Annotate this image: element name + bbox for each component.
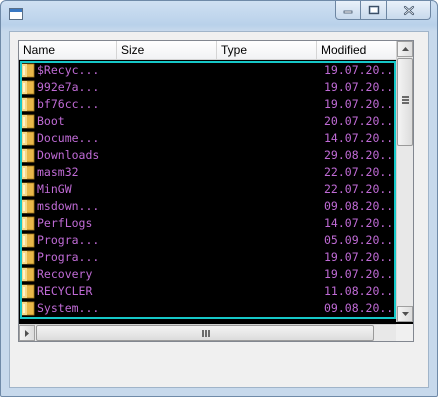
folder-icon (21, 199, 35, 214)
item-name: Boot (37, 114, 65, 128)
item-modified: 19.07.20.. (324, 80, 394, 94)
item-name: System... (37, 301, 100, 315)
item-name: Docume... (37, 131, 100, 145)
list-item[interactable]: $Recyc... 19.07.20.. (19, 62, 397, 79)
folder-icon (21, 148, 35, 163)
list-item[interactable]: System... 09.08.20.. (19, 300, 397, 317)
caption-buttons (335, 1, 431, 21)
file-list-view[interactable]: Name Size Type Modified $Recyc... 19.07.2… (18, 40, 414, 342)
list-item[interactable]: MinGW 22.07.20.. (19, 181, 397, 198)
maximize-button[interactable] (361, 1, 387, 20)
column-header-type[interactable]: Type (217, 41, 317, 59)
list-item[interactable]: Progra... 19.07.20.. (19, 249, 397, 266)
column-header-modified[interactable]: Modified (317, 41, 397, 59)
app-window: Name Size Type Modified $Recyc... 19.07.2… (0, 0, 438, 397)
list-header: Name Size Type Modified (19, 41, 397, 60)
folder-icon (21, 233, 35, 248)
item-modified: 14.07.20.. (324, 216, 394, 230)
folder-icon (21, 131, 35, 146)
list-item[interactable]: Recovery 19.07.20.. (19, 266, 397, 283)
list-item[interactable]: PerfLogs 14.07.20.. (19, 215, 397, 232)
arrow-down-icon (401, 312, 409, 316)
arrow-up-icon (401, 47, 409, 51)
item-modified: 05.09.20.. (324, 233, 394, 247)
maximize-icon (368, 5, 379, 15)
horizontal-scroll-thumb[interactable] (36, 325, 374, 341)
folder-icon (21, 97, 35, 112)
list-item[interactable]: Progra... 05.09.20.. (19, 232, 397, 249)
item-name: msdown... (37, 199, 100, 213)
item-name: Downloads (37, 148, 100, 162)
item-modified: 19.07.20.. (324, 250, 394, 264)
scroll-right-button[interactable] (19, 325, 35, 341)
vertical-scroll-thumb[interactable] (397, 58, 413, 146)
scroll-down-button[interactable] (397, 306, 413, 322)
item-modified: 19.07.20.. (324, 63, 394, 77)
minimize-button[interactable] (335, 1, 361, 20)
item-modified: 22.07.20.. (324, 165, 394, 179)
list-item[interactable]: Boot 20.07.20.. (19, 113, 397, 130)
folder-icon (21, 165, 35, 180)
close-button[interactable] (387, 1, 431, 20)
item-modified: 11.08.20.. (324, 284, 394, 298)
item-modified: 19.07.20.. (324, 267, 394, 281)
folder-icon (21, 267, 35, 282)
item-name: Recovery (37, 267, 93, 281)
item-name: MinGW (37, 182, 72, 196)
item-name: Progra... (37, 250, 100, 264)
folder-icon (21, 301, 35, 316)
grip-icon (402, 96, 409, 104)
app-icon[interactable] (9, 8, 23, 20)
client-area: Name Size Type Modified $Recyc... 19.07.2… (9, 31, 429, 388)
list-item[interactable]: msdown... 09.08.20.. (19, 198, 397, 215)
list-item[interactable]: bf76cc... 19.07.20.. (19, 96, 397, 113)
item-modified: 19.07.20.. (324, 97, 394, 111)
item-modified: 14.07.20.. (324, 131, 394, 145)
item-name: bf76cc... (37, 97, 100, 111)
grip-icon (202, 330, 210, 337)
column-header-name[interactable]: Name (19, 41, 117, 59)
item-name: masm32 (37, 165, 79, 179)
item-name: $Recyc... (37, 63, 100, 77)
column-header-size[interactable]: Size (117, 41, 217, 59)
item-modified: 22.07.20.. (324, 182, 394, 196)
list-item[interactable]: masm32 22.07.20.. (19, 164, 397, 181)
item-modified: 20.07.20.. (324, 114, 394, 128)
horizontal-scrollbar[interactable] (19, 324, 397, 341)
title-bar[interactable] (1, 1, 437, 29)
item-name: 992e7a... (37, 80, 100, 94)
item-modified: 09.08.20.. (324, 301, 394, 315)
item-name: Progra... (37, 233, 100, 247)
folder-icon (21, 284, 35, 299)
item-name: PerfLogs (37, 216, 93, 230)
folder-icon (21, 80, 35, 95)
list-item[interactable]: RECYCLER 11.08.20.. (19, 283, 397, 300)
list-rows: $Recyc... 19.07.20.. 992e7a... 19.07.20.. bf… (19, 60, 397, 322)
folder-icon (21, 114, 35, 129)
folder-icon (21, 250, 35, 265)
minimize-icon (343, 10, 353, 14)
arrow-right-icon (25, 329, 29, 337)
folder-icon (21, 182, 35, 197)
scroll-up-button[interactable] (397, 41, 413, 57)
item-modified: 09.08.20.. (324, 199, 394, 213)
list-item[interactable]: Downloads 29.08.20.. (19, 147, 397, 164)
list-item[interactable]: Docume... 14.07.20.. (19, 130, 397, 147)
item-modified: 29.08.20.. (324, 148, 394, 162)
vertical-scrollbar[interactable] (396, 41, 413, 322)
close-icon (403, 5, 414, 15)
scrollbar-corner (396, 324, 413, 341)
list-item[interactable]: 992e7a... 19.07.20.. (19, 79, 397, 96)
folder-icon (21, 216, 35, 231)
folder-icon (21, 63, 35, 78)
item-name: RECYCLER (37, 284, 93, 298)
